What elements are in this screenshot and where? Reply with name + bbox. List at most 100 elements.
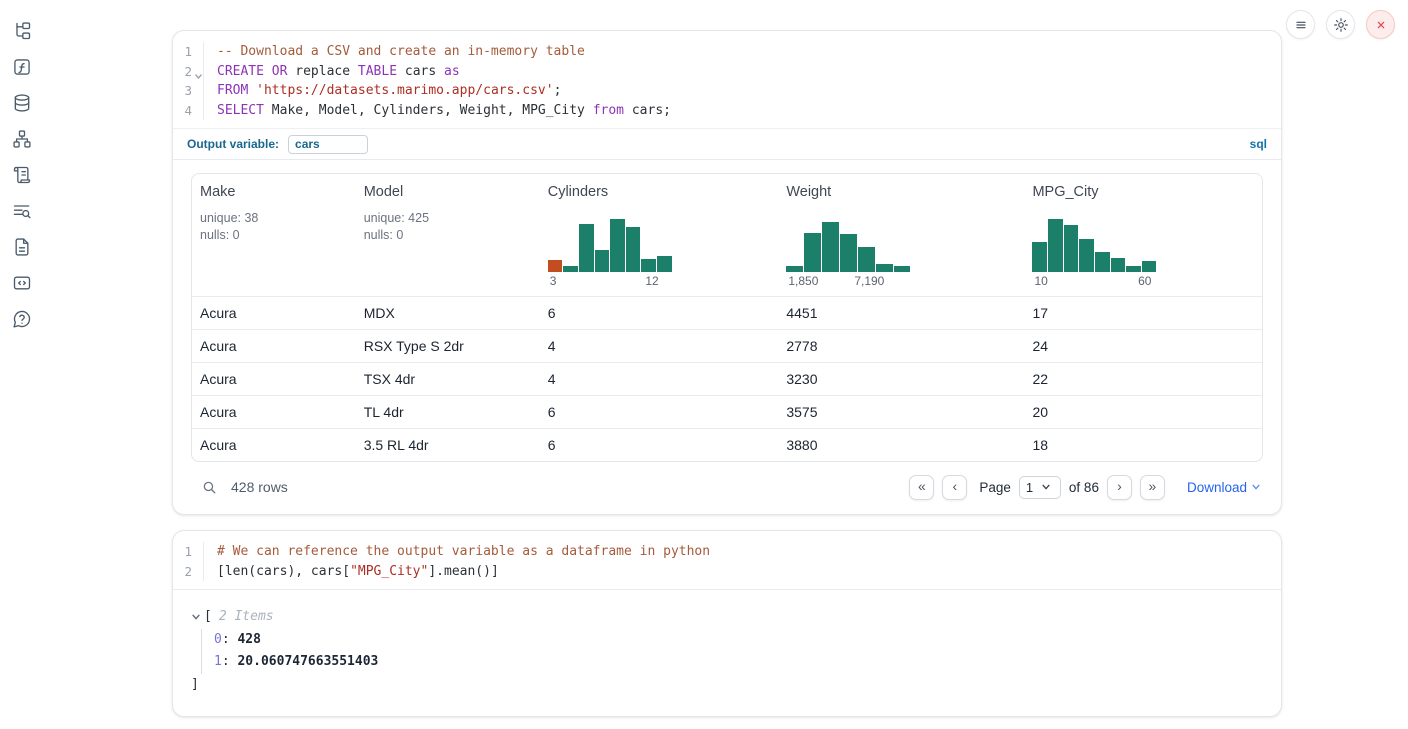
sidebar-item-snippets[interactable] bbox=[11, 273, 33, 293]
sidebar-item-logs[interactable] bbox=[11, 201, 33, 221]
table-cell: 6 bbox=[540, 404, 779, 420]
function-icon bbox=[12, 57, 32, 77]
histogram-bar bbox=[548, 260, 563, 272]
download-button[interactable]: Download bbox=[1187, 480, 1261, 495]
column-header-cylinders[interactable]: Cylinders312 bbox=[540, 174, 779, 296]
table-row[interactable]: Acura3.5 RL 4dr6388018 bbox=[192, 428, 1262, 461]
column-header-model[interactable]: Model unique: 425nulls: 0 bbox=[356, 174, 540, 296]
table-row[interactable]: AcuraTSX 4dr4323022 bbox=[192, 362, 1262, 395]
histogram-weight: 1,8507,190 bbox=[786, 219, 910, 290]
python-output: [ 2 Items 0: 4281: 20.060747663551403 ] bbox=[173, 589, 1281, 716]
histogram-bar bbox=[579, 224, 594, 272]
histogram-bar bbox=[1064, 225, 1079, 272]
table-cell: 17 bbox=[1024, 305, 1262, 321]
line-number: 1 bbox=[173, 542, 204, 562]
table-controls: 428 rows « ‹ Page 1 of 86 › » Download bbox=[191, 462, 1263, 514]
collapse-icon[interactable] bbox=[191, 612, 201, 622]
notebook: 1-- Download a CSV and create an in-memo… bbox=[172, 30, 1282, 717]
settings-button[interactable] bbox=[1326, 10, 1355, 39]
line-number: 2 bbox=[173, 62, 204, 82]
table-cell: Acura bbox=[192, 338, 356, 354]
sidebar-item-file-tree[interactable] bbox=[11, 21, 33, 41]
scroll-icon bbox=[12, 165, 32, 185]
sql-output: Makeunique: 38nulls: 0Modelunique: 425nu… bbox=[173, 159, 1281, 514]
table-cell: 6 bbox=[540, 437, 779, 453]
sidebar-item-document[interactable] bbox=[11, 237, 33, 257]
dependency-graph-icon bbox=[12, 129, 32, 149]
sidebar bbox=[0, 0, 44, 729]
histogram-min-label: 3 bbox=[550, 274, 557, 288]
table-cell: 4 bbox=[540, 371, 779, 387]
table-cell: TL 4dr bbox=[356, 404, 540, 420]
column-stat: nulls: 0 bbox=[200, 227, 348, 244]
histogram-bar bbox=[876, 264, 893, 272]
histogram-bar bbox=[804, 233, 821, 272]
sidebar-item-help[interactable] bbox=[11, 309, 33, 329]
python-cell: 1# We can reference the output variable … bbox=[172, 530, 1282, 717]
help-icon bbox=[12, 309, 32, 329]
database-icon bbox=[12, 93, 32, 113]
table-row[interactable]: AcuraRSX Type S 2dr4277824 bbox=[192, 329, 1262, 362]
prev-page-button[interactable]: ‹ bbox=[942, 475, 967, 500]
sql-editor[interactable]: 1-- Download a CSV and create an in-memo… bbox=[173, 31, 1281, 128]
sidebar-item-scroll[interactable] bbox=[11, 165, 33, 185]
sidebar-item-function[interactable] bbox=[11, 57, 33, 77]
row-count: 428 rows bbox=[231, 479, 288, 495]
line-number: 3 bbox=[173, 81, 204, 101]
column-title: Model bbox=[364, 184, 532, 200]
table-cell: 4451 bbox=[778, 305, 1024, 321]
menu-button[interactable] bbox=[1286, 10, 1315, 39]
column-header-make[interactable]: Makeunique: 38nulls: 0 bbox=[192, 174, 356, 296]
table-cell: 3230 bbox=[778, 371, 1024, 387]
code-line: FROM 'https://datasets.marimo.app/cars.c… bbox=[204, 81, 561, 101]
tree-items-count: 2 Items bbox=[219, 606, 274, 629]
table-cell: 18 bbox=[1024, 437, 1262, 453]
column-header-mpg_city[interactable]: MPG_City1060 bbox=[1024, 174, 1262, 296]
histogram-bar bbox=[626, 227, 641, 272]
table-cell: 4 bbox=[540, 338, 779, 354]
histogram-bar bbox=[595, 250, 610, 272]
data-table: Makeunique: 38nulls: 0Modelunique: 425nu… bbox=[191, 173, 1263, 462]
table-row[interactable]: AcuraMDX6445117 bbox=[192, 296, 1262, 329]
last-page-button[interactable]: » bbox=[1140, 475, 1165, 500]
table-cell: 3880 bbox=[778, 437, 1024, 453]
download-label: Download bbox=[1187, 480, 1247, 495]
output-variable-label: Output variable: bbox=[187, 137, 279, 151]
code-line: CREATE OR replace TABLE cars as bbox=[204, 62, 460, 82]
column-header-weight[interactable]: Weight1,8507,190 bbox=[778, 174, 1024, 296]
logs-icon bbox=[12, 201, 32, 221]
table-cell: TSX 4dr bbox=[356, 371, 540, 387]
histogram-bar bbox=[1095, 252, 1110, 272]
file-tree-icon bbox=[12, 21, 32, 41]
column-stat: nulls: 0 bbox=[364, 227, 532, 244]
table-cell: 24 bbox=[1024, 338, 1262, 354]
shutdown-button[interactable] bbox=[1366, 10, 1395, 39]
gear-icon bbox=[1333, 17, 1349, 33]
table-header: Makeunique: 38nulls: 0Modelunique: 425nu… bbox=[192, 174, 1262, 296]
first-page-button[interactable]: « bbox=[909, 475, 934, 500]
histogram-bar bbox=[563, 266, 578, 272]
code-line: [len(cars), cars["MPG_City"].mean()] bbox=[204, 562, 499, 582]
histogram-min-label: 10 bbox=[1034, 274, 1047, 288]
python-editor[interactable]: 1# We can reference the output variable … bbox=[173, 531, 1281, 589]
histogram-bar bbox=[657, 256, 672, 272]
table-cell: 3575 bbox=[778, 404, 1024, 420]
language-badge: sql bbox=[1250, 137, 1267, 151]
page-select[interactable]: 1 bbox=[1019, 476, 1061, 499]
table-row[interactable]: AcuraTL 4dr6357520 bbox=[192, 395, 1262, 428]
histogram-bar bbox=[1142, 261, 1157, 272]
histogram-bar bbox=[840, 234, 857, 272]
column-stat: unique: 425 bbox=[364, 210, 532, 227]
tree-entry-value: 428 bbox=[237, 632, 260, 647]
histogram-min-label: 1,850 bbox=[788, 274, 818, 288]
sidebar-item-dependency-graph[interactable] bbox=[11, 129, 33, 149]
table-cell: Acura bbox=[192, 371, 356, 387]
chevron-down-icon bbox=[1251, 482, 1261, 492]
search-icon[interactable] bbox=[201, 479, 218, 496]
histogram-bar bbox=[786, 266, 803, 272]
next-page-button[interactable]: › bbox=[1107, 475, 1132, 500]
page-label: Page bbox=[979, 480, 1011, 495]
sidebar-item-database[interactable] bbox=[11, 93, 33, 113]
output-variable-input[interactable] bbox=[288, 135, 368, 154]
column-stat: unique: 38 bbox=[200, 210, 348, 227]
